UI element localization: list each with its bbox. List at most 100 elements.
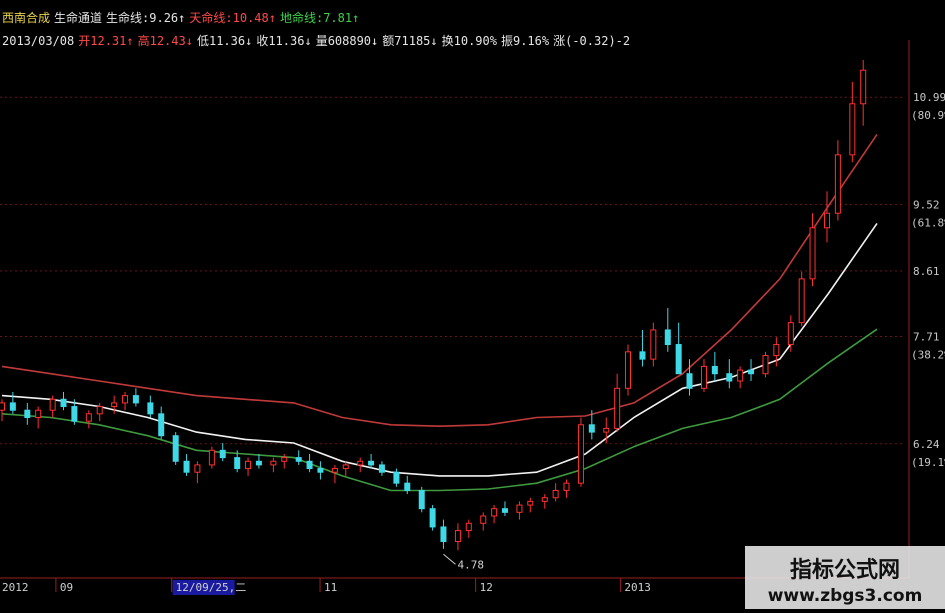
candle-body-4 (49, 398, 56, 411)
watermark-title: 指标公式网 (789, 558, 900, 583)
low-annotation-pointer-0 (443, 553, 456, 565)
candle-body-67 (824, 212, 831, 229)
candle-body-44 (541, 497, 548, 502)
candle-body-16 (194, 464, 201, 473)
candle-body-37 (454, 530, 461, 543)
header-quote-4: 收11.36↓ (256, 34, 312, 48)
candle-body-18 (219, 449, 226, 459)
candle-body-54 (664, 329, 671, 346)
candle-body-47 (577, 424, 584, 484)
candle-body-6 (71, 406, 78, 422)
y-tick-pct-0: (80.9%) (911, 109, 945, 122)
candle-body-20 (245, 460, 252, 470)
series-line-1 (1, 222, 878, 477)
candle-body-1 (9, 402, 16, 411)
low-annotation-0: 4.78 (457, 558, 484, 571)
y-tick-pct-3: (38.2%) (911, 349, 945, 362)
header-quote-line: 2013/03/08 开12.31↑ 高12.43↓ 低11.36↓ 收11.36↓ 量6… (2, 33, 634, 49)
x-tick-label-5: 2013 (624, 581, 651, 594)
candle-body-55 (675, 344, 682, 375)
candle-body-26 (317, 468, 324, 473)
watermark-url: www.zbgs3.com (767, 586, 923, 606)
chart-stage: 10.99 (80.9%) 9.52 (61.8%) 8.61 7.71 (38.2%) 6.… (0, 0, 945, 609)
candle-body-24 (295, 457, 302, 462)
candle-body-28 (342, 464, 349, 470)
x-tick-label-0: 2012 (2, 581, 29, 594)
candle-body-3 (35, 409, 42, 418)
candle-body-40 (491, 508, 498, 517)
candle-body-8 (96, 406, 103, 415)
candle-body-12 (147, 402, 154, 415)
header-indicator-1: 生命通道 (54, 11, 103, 25)
header-quote-5: 量608890↓ (315, 34, 379, 48)
candle-body-7 (85, 413, 92, 422)
candle-body-10 (122, 395, 129, 404)
y-tick-label-0: 10.99 (913, 91, 945, 104)
candle-body-13 (158, 413, 165, 437)
candle-body-63 (773, 344, 780, 356)
candle-body-34 (418, 489, 425, 510)
candle-body-56 (686, 373, 693, 389)
candle-body-38 (465, 522, 472, 532)
candle-body-5 (60, 398, 67, 408)
y-tick-label-1: 9.52 (913, 198, 940, 211)
candle-body-14 (172, 435, 179, 462)
header-indicator-2: 生命线:9.26↑ (106, 11, 186, 25)
candle-body-48 (588, 424, 595, 433)
header-quote-6: 额71185↓ (382, 34, 438, 48)
candle-body-29 (357, 460, 364, 466)
candle-body-27 (331, 468, 338, 473)
candle-body-68 (834, 154, 841, 214)
candle-body-62 (762, 354, 769, 375)
candle-body-53 (650, 329, 657, 360)
candle-body-22 (270, 460, 277, 466)
candle-body-46 (563, 482, 570, 491)
header-indicator-4: 地命线:7.81↑ (279, 11, 360, 25)
header-quote-9: 涨(-0.32)-2 (553, 34, 631, 48)
price-chart[interactable]: 10.99 (80.9%) 9.52 (61.8%) 8.61 7.71 (38.2%) 6.… (0, 0, 945, 609)
candle-body-45 (552, 489, 559, 499)
candle-body-9 (111, 402, 118, 408)
candle-body-64 (787, 322, 794, 346)
x-tick-label-3: 11 (324, 581, 337, 594)
candle-body-2 (24, 409, 31, 418)
series-line-0 (1, 133, 878, 428)
candle-body-35 (429, 508, 436, 528)
candle-body-59 (726, 373, 733, 382)
candle-body-19 (234, 457, 241, 470)
candle-body-58 (711, 365, 718, 375)
chart-header: 西南合成 生命通道 生命线:9.26↑ 天命线:10.48↑ 地命线:7.81↑ 201… (0, 0, 630, 57)
candle-body-60 (737, 369, 744, 382)
header-quote-1: 开12.31↑ (78, 34, 134, 48)
candle-body-33 (404, 482, 411, 491)
candle-body-23 (281, 457, 288, 462)
y-tick-label-2: 8.61 (913, 265, 940, 278)
header-quote-0: 2013/03/08 (2, 34, 75, 48)
candle-body-41 (501, 508, 508, 513)
candle-body-57 (700, 365, 707, 389)
candle-body-21 (255, 460, 262, 466)
candle-body-43 (527, 500, 534, 506)
candle-body-70 (860, 69, 867, 105)
candle-body-52 (639, 351, 646, 360)
x-tick-label-4: 12 (480, 581, 493, 594)
candle-body-49 (603, 427, 610, 433)
x-tick-label-2: 12/09/25,二 (176, 581, 247, 594)
candle-body-61 (748, 369, 755, 375)
header-indicator-line: 西南合成 生命通道 生命线:9.26↑ 天命线:10.48↑ 地命线:7.81↑ (2, 10, 363, 26)
header-indicator-3: 天命线:10.48↑ (189, 11, 276, 25)
y-tick-pct-1: (61.8%) (911, 216, 945, 229)
candle-body-51 (624, 351, 631, 389)
header-quote-7: 换10.90% (441, 34, 497, 48)
candle-body-65 (798, 278, 805, 324)
candle-body-32 (393, 471, 400, 484)
header-quote-3: 低11.36↓ (196, 34, 253, 48)
header-indicator-0: 西南合成 (2, 11, 51, 25)
candle-body-15 (183, 460, 190, 473)
candle-body-30 (368, 460, 375, 466)
candle-body-11 (132, 395, 139, 404)
x-tick-label-1: 09 (60, 581, 73, 594)
candle-body-31 (378, 464, 385, 473)
series-line-2 (1, 328, 878, 492)
candle-body-17 (208, 449, 215, 466)
